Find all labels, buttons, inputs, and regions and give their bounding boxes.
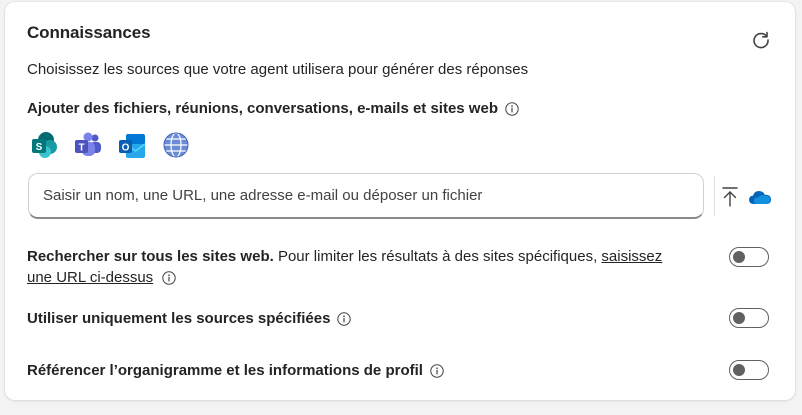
search-web-title: Rechercher sur tous les sites web.: [27, 248, 274, 265]
only-sources-row: Utiliser uniquement les sources spécifié…: [27, 308, 352, 329]
toggle-knob: [733, 251, 745, 263]
web-globe-icon[interactable]: [161, 130, 191, 160]
svg-text:O: O: [122, 143, 130, 154]
svg-text:S: S: [36, 142, 43, 153]
svg-text:T: T: [78, 143, 84, 154]
add-sources-heading: Ajouter des fichiers, réunions, conversa…: [27, 100, 519, 117]
info-icon[interactable]: [505, 101, 519, 116]
search-web-toggle[interactable]: [729, 247, 769, 267]
add-sources-label: Ajouter des fichiers, réunions, conversa…: [27, 100, 498, 117]
search-web-description: Rechercher sur tous les sites web. Pour …: [27, 246, 687, 288]
search-web-text: Pour limiter les résultats à des sites s…: [273, 248, 602, 265]
sharepoint-icon[interactable]: S: [29, 130, 59, 160]
info-icon[interactable]: [430, 363, 444, 378]
outlook-icon[interactable]: O: [117, 130, 147, 160]
teams-icon[interactable]: T: [73, 130, 103, 160]
toggle-knob: [733, 312, 745, 324]
section-title: Connaissances: [27, 23, 151, 42]
knowledge-card: Connaissances Choisissez les sources que…: [5, 2, 795, 400]
org-chart-toggle[interactable]: [729, 360, 769, 380]
source-type-list: S T O: [29, 130, 191, 160]
only-sources-toggle[interactable]: [729, 308, 769, 328]
toggle-knob: [733, 364, 745, 376]
refresh-icon[interactable]: [751, 30, 771, 50]
info-icon[interactable]: [162, 271, 177, 285]
input-divider: [714, 176, 715, 216]
section-subtitle: Choisissez les sources que votre agent u…: [27, 61, 529, 78]
only-sources-label: Utiliser uniquement les sources spécifié…: [27, 310, 331, 327]
org-chart-label: Référencer l’organigramme et les informa…: [27, 362, 423, 379]
upload-icon[interactable]: [721, 186, 739, 208]
source-search-input[interactable]: [29, 174, 703, 217]
org-chart-row: Référencer l’organigramme et les informa…: [27, 360, 444, 381]
info-icon[interactable]: [337, 311, 352, 326]
source-search-box: [28, 173, 704, 219]
onedrive-icon[interactable]: [748, 189, 772, 205]
